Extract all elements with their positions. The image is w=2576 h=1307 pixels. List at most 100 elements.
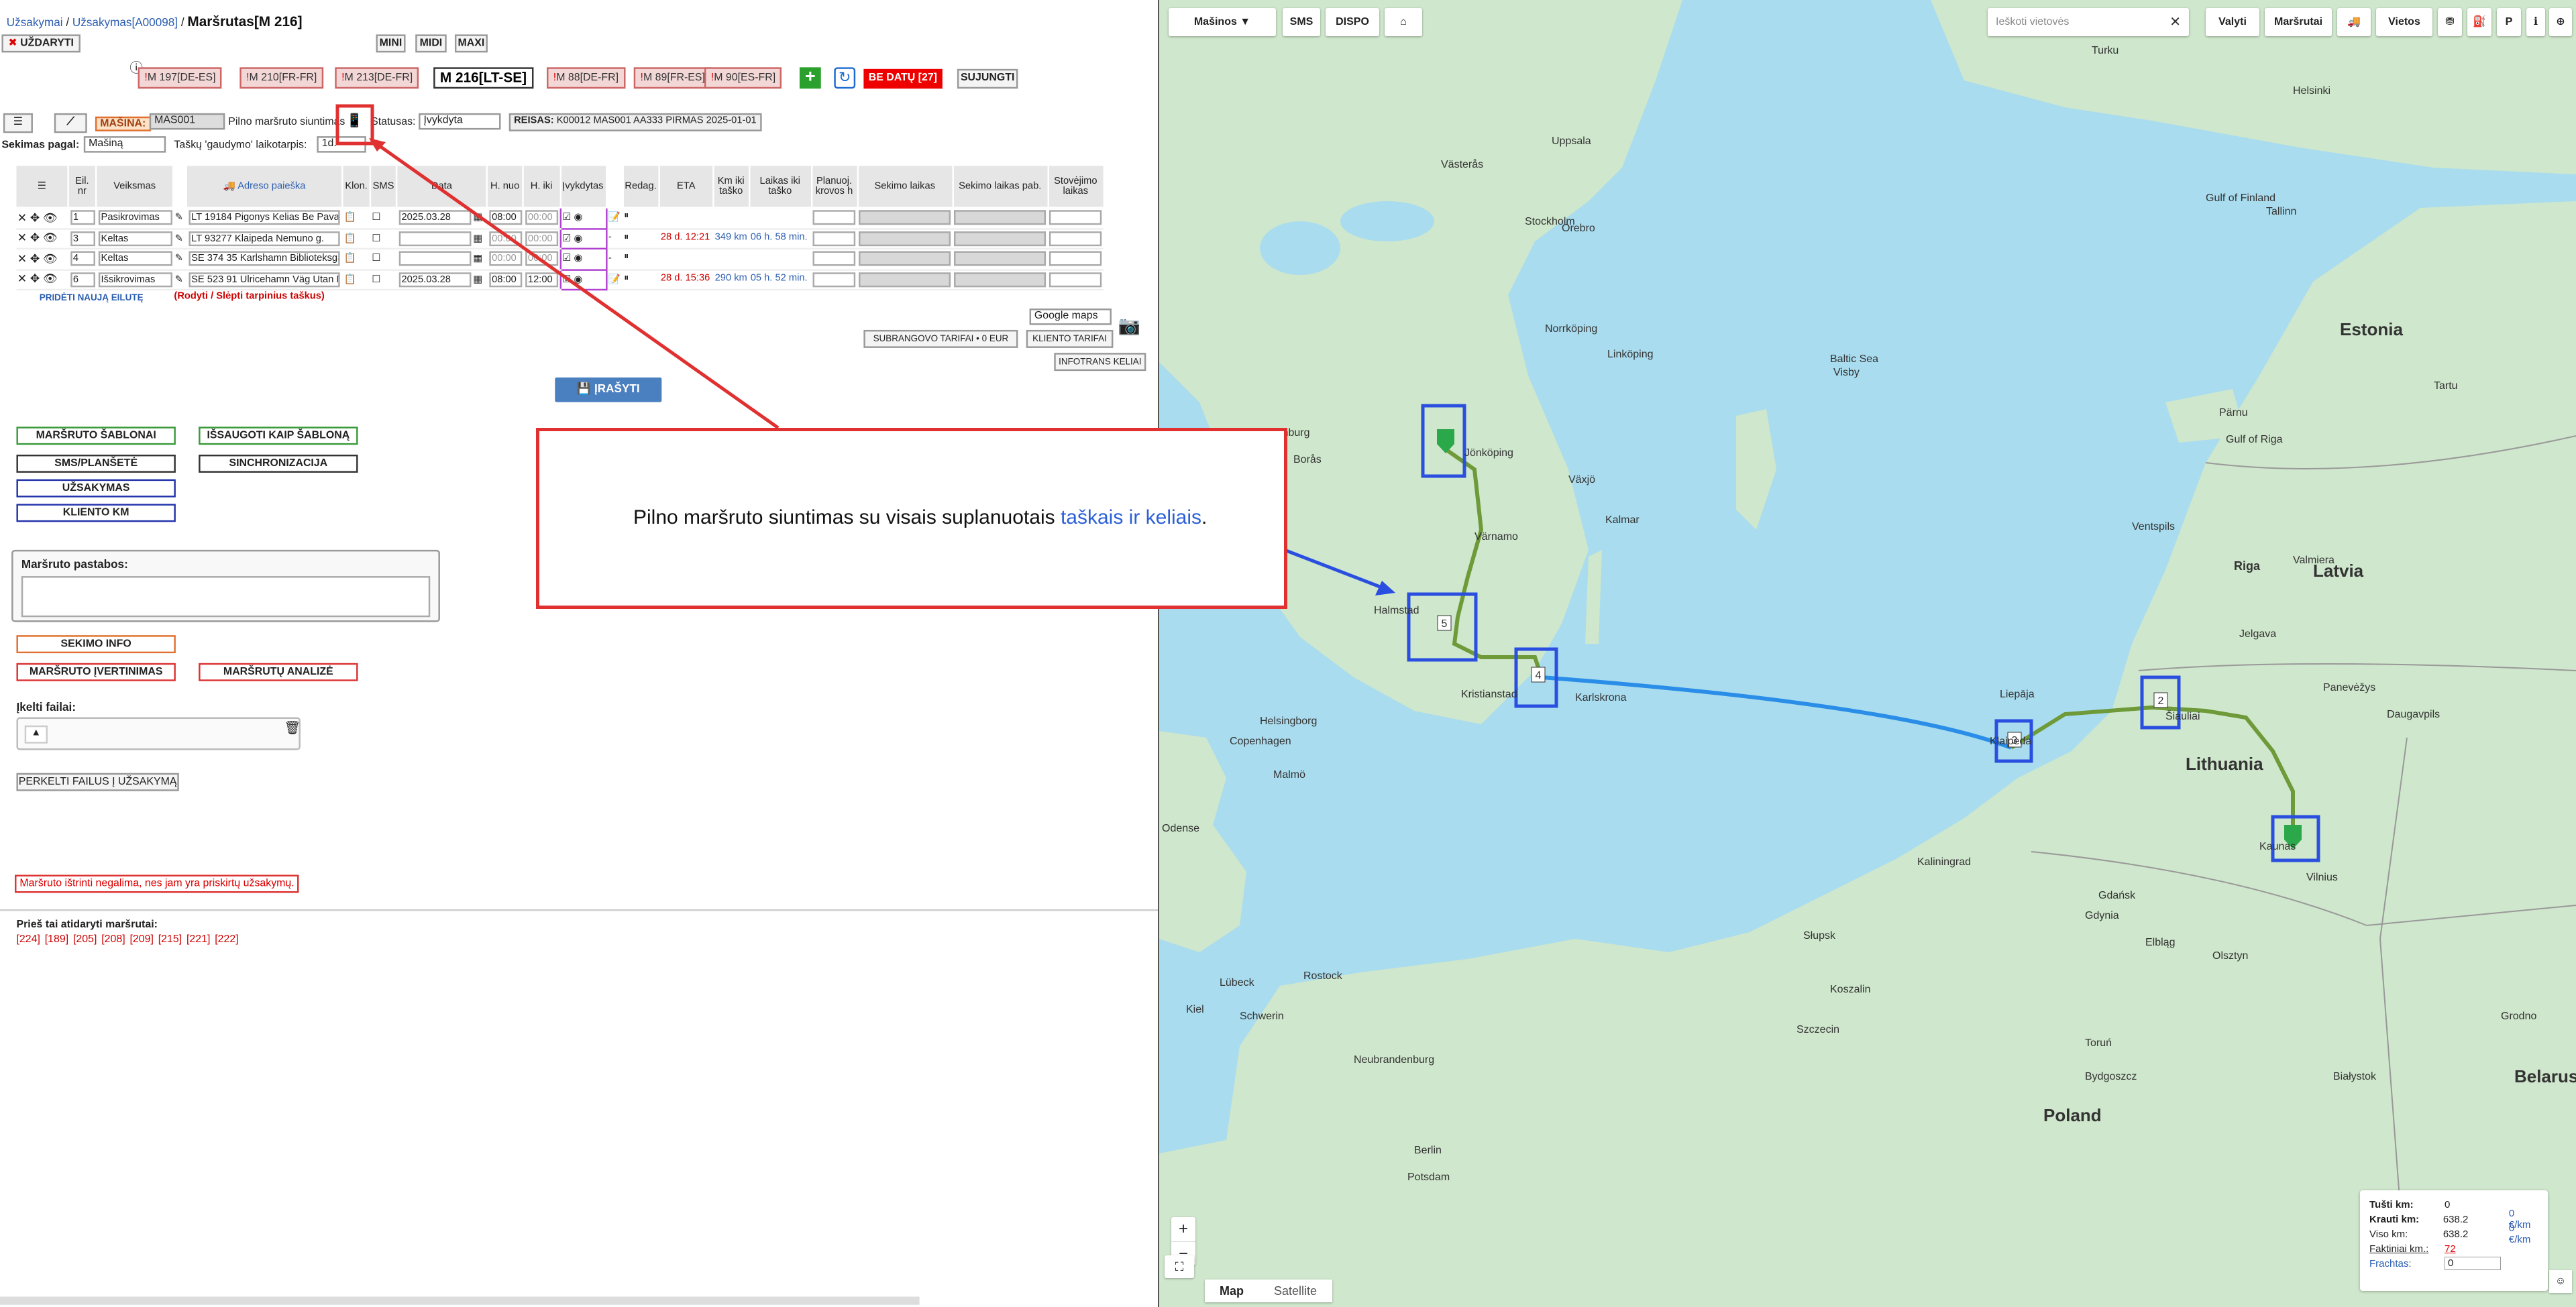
subcontractor-rates-button[interactable]: SUBRANGOVO TARIFAI • 0 EUR [863, 329, 1018, 348]
sms-checkbox[interactable]: ☐ [370, 207, 397, 229]
order-button[interactable]: UŽSAKYMAS [16, 479, 176, 498]
tracking-end-field[interactable] [954, 210, 1046, 225]
close-icon[interactable]: ✕ [2169, 8, 2181, 36]
completed-checkbox[interactable]: ☑ ◉ [559, 268, 607, 291]
completed-checkbox[interactable]: ☑ ◉ [559, 207, 607, 229]
maxi-view-button[interactable]: MAXI [454, 34, 488, 53]
map-type-map[interactable]: Map [1205, 1280, 1258, 1302]
edit-icon[interactable]: ✎ [173, 269, 186, 291]
file-upload-area[interactable]: ▲ 🗑 [16, 717, 301, 750]
route-tab-active[interactable]: M 216[LT-SE] [433, 67, 533, 89]
route-map[interactable]: 5 4 3 2 Estonia Latvia Lithuania Poland … [1159, 0, 2576, 1307]
tracking-end-field[interactable] [954, 272, 1046, 287]
tracking-info-button[interactable]: SEKIMO INFO [16, 635, 176, 654]
toggle-points-link[interactable]: (Rodyti / Slėpti tarpinius taškus) [174, 292, 324, 302]
date-field[interactable]: 2025.03.28 [398, 272, 471, 287]
phone-send-icon[interactable]: 📱 [346, 113, 362, 128]
row-controls[interactable]: ✕ ✥ 👁 [15, 207, 68, 229]
refresh-icon[interactable]: ↻ [834, 67, 856, 89]
to-time-field[interactable]: 00:00 [525, 231, 557, 246]
address-field[interactable]: SE 523 91 Ulricehamn Väg Utan Namn [188, 272, 339, 287]
save-button[interactable]: 💾 ĮRAŠYTI [555, 377, 662, 402]
action-select[interactable]: Pasikrovimas [97, 210, 172, 225]
to-time-field[interactable]: 12:00 [525, 272, 557, 287]
action-select[interactable]: Keltas [97, 251, 172, 267]
row-number-field[interactable]: 6 [70, 272, 95, 287]
stat-label[interactable]: Faktiniai km.: [2369, 1243, 2445, 1255]
parking-time-field[interactable] [1049, 272, 1102, 287]
redag-icon[interactable]: ⏸ [622, 228, 659, 249]
upload-icon[interactable]: ▲ [24, 725, 48, 744]
planned-load-field[interactable] [812, 251, 856, 267]
note-icon[interactable]: 📝 [606, 269, 623, 291]
address-search-header[interactable]: 🚚 Adreso paieška [185, 164, 343, 209]
edit-icon[interactable]: ✎ [173, 248, 186, 270]
client-rates-button[interactable]: KLIENTO TARIFAI [1026, 329, 1114, 348]
planned-load-field[interactable] [812, 210, 856, 225]
note-icon[interactable]: - [606, 248, 623, 270]
sync-button[interactable]: SINCHRONIZACIJA [199, 454, 358, 473]
machines-dropdown-button[interactable]: Mašinos ▼ [1169, 8, 1276, 36]
row-controls[interactable]: ✕ ✥ 👁 [15, 269, 68, 291]
redag-icon[interactable]: ⏸ [622, 248, 659, 270]
breadcrumb-orders-link[interactable]: Užsakymai [7, 18, 63, 30]
route-tab[interactable]: !M 210[FR-FR] [239, 67, 324, 89]
row-number-field[interactable]: 1 [70, 210, 95, 225]
from-time-field[interactable]: 08:00 [488, 272, 522, 287]
clone-icon[interactable]: 📋 [342, 228, 370, 249]
route-notes-textarea[interactable] [21, 576, 431, 618]
calendar-icon[interactable]: ▦ [473, 276, 482, 286]
fuel-icon[interactable]: ⛽ [2467, 8, 2491, 36]
info-icon[interactable]: ℹ [2526, 8, 2545, 36]
client-km-button[interactable]: KLIENTO KM [16, 504, 176, 522]
sms-checkbox[interactable]: ☐ [370, 248, 397, 270]
zoom-in-button[interactable]: + [1171, 1217, 1195, 1241]
add-row-link[interactable]: PRIDĖTI NAUJĄ EILUTĘ [40, 294, 144, 304]
clone-icon[interactable]: 📋 [342, 269, 370, 291]
map-type-satellite[interactable]: Satellite [1258, 1280, 1332, 1302]
clone-icon[interactable]: 📋 [342, 207, 370, 229]
infotrans-roads-button[interactable]: INFOTRANS KELIAI [1054, 353, 1146, 372]
chart-icon[interactable]: ⟋ [54, 113, 87, 133]
from-time-field[interactable]: 08:00 [488, 210, 522, 225]
route-tab[interactable]: !M 88[DE-FR] [547, 67, 625, 89]
clone-icon[interactable]: 📋 [342, 248, 370, 270]
address-field[interactable]: SE 374 35 Karlshamn Biblioteksgatan [188, 251, 339, 267]
stat-value[interactable]: 72 [2445, 1243, 2512, 1255]
horizontal-scrollbar[interactable] [0, 1296, 920, 1305]
sms-checkbox[interactable]: ☐ [370, 228, 397, 249]
from-time-field[interactable]: 00:00 [488, 251, 522, 267]
note-icon[interactable]: - [606, 228, 623, 249]
route-tab[interactable]: !M 90[ES-FR] [704, 67, 782, 89]
pegman-icon[interactable]: ☺ [2549, 1270, 2572, 1293]
parking-icon[interactable]: P [2497, 8, 2521, 36]
planned-load-field[interactable] [812, 231, 856, 246]
status-select[interactable]: Įvykdyta [419, 113, 501, 130]
fullscreen-icon[interactable]: ⛶ [1165, 1255, 1194, 1278]
parking-time-field[interactable] [1049, 251, 1102, 267]
row-number-field[interactable]: 3 [70, 231, 95, 246]
redag-icon[interactable]: ⏸ [622, 207, 659, 229]
date-field[interactable]: 2025.03.28 [398, 210, 471, 225]
row-controls[interactable]: ✕ ✥ 👁 [15, 228, 68, 249]
date-field[interactable] [398, 231, 471, 246]
tracking-end-field[interactable] [954, 251, 1046, 267]
edit-icon[interactable]: ✎ [173, 207, 186, 229]
address-field[interactable]: LT 19184 Pigonys Kelias Be Pavadinimo [188, 210, 339, 225]
route-templates-button[interactable]: MARŠRUTO ŠABLONAI [16, 427, 176, 445]
calendar-icon[interactable]: ▦ [473, 235, 482, 245]
route-tab[interactable]: !M 213[DE-FR] [335, 67, 419, 89]
note-icon[interactable]: 📝 [606, 207, 623, 229]
midi-view-button[interactable]: MIDI [415, 34, 447, 53]
truck-icon[interactable]: 🚚 [2337, 8, 2371, 36]
trash-icon[interactable]: 🗑 [284, 720, 301, 735]
sms-tablet-button[interactable]: SMS/PLANŠETĖ [16, 454, 176, 473]
camera-icon[interactable]: 📷 [1118, 315, 1141, 336]
route-tab[interactable]: !M 89[FR-ES] [633, 67, 712, 89]
places-button[interactable]: Vietos [2376, 8, 2432, 36]
route-tab[interactable]: !M 197[DE-ES] [138, 67, 223, 89]
home-icon[interactable]: ⌂ [1385, 8, 1422, 36]
tracking-time-field[interactable] [859, 210, 951, 225]
tracking-time-field[interactable] [859, 251, 951, 267]
clear-button[interactable]: Valyti [2206, 8, 2259, 36]
